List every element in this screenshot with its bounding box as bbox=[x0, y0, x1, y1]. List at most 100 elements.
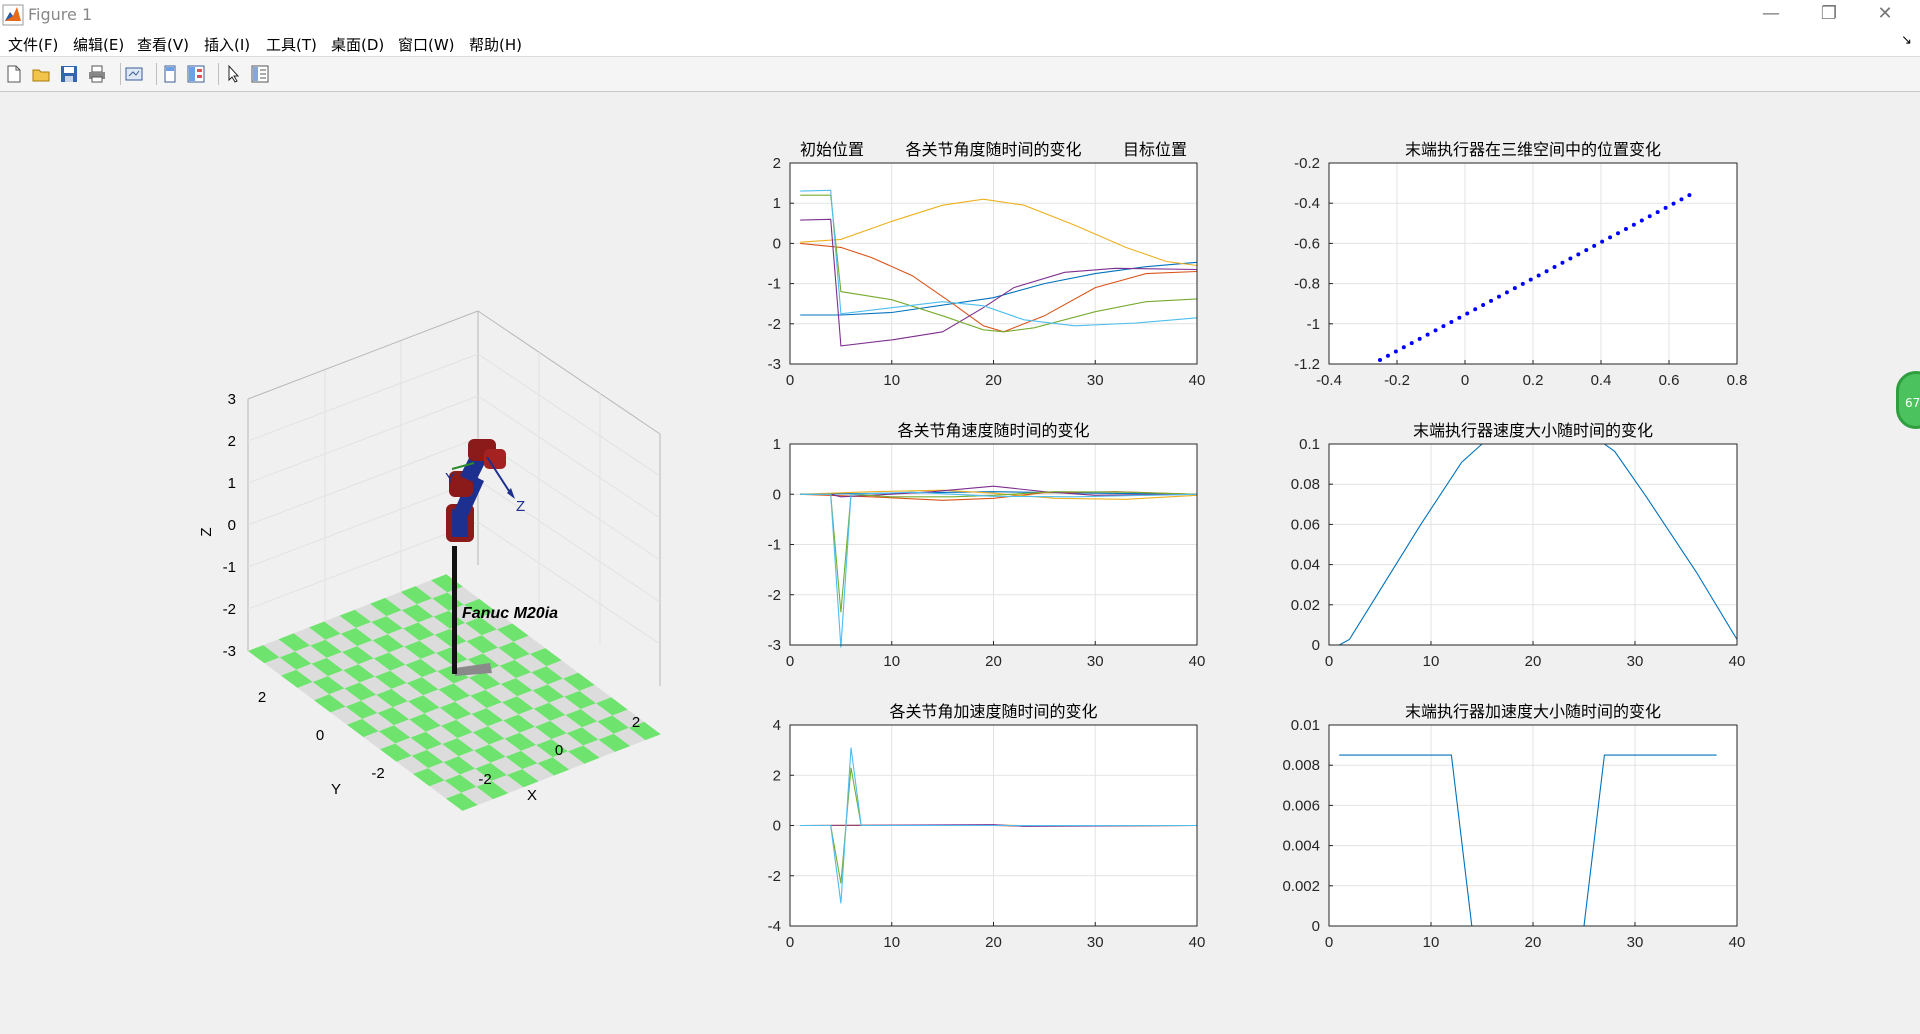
joint-velocity-chart[interactable]: 0 10 20 30 4010-1-2-3各关节角速度随时间的变化 bbox=[768, 421, 1206, 670]
x-tick-label: 40 bbox=[1189, 372, 1206, 389]
x-tick-label: 40 bbox=[1729, 934, 1746, 951]
matlab-logo-icon bbox=[2, 4, 24, 26]
restore-button[interactable]: ❐ bbox=[1806, 0, 1852, 30]
scatter-point bbox=[1623, 226, 1628, 231]
link-plot-icon[interactable] bbox=[124, 64, 144, 84]
floating-status-widget[interactable]: 67 bbox=[1896, 371, 1920, 429]
dock-arrow-icon[interactable]: ↘ bbox=[1901, 33, 1912, 48]
frame-y-label: Y bbox=[445, 470, 455, 487]
x-tick-label: 20 bbox=[1525, 653, 1542, 670]
y-tick-label: 0.006 bbox=[1282, 797, 1320, 814]
y-tick-label: -1 bbox=[1307, 316, 1320, 333]
hide-plot-tools-icon[interactable] bbox=[160, 64, 180, 84]
scatter-point bbox=[1663, 205, 1668, 210]
chart-title: 末端执行器在三维空间中的位置变化 bbox=[1405, 140, 1661, 159]
initial-position-label: 初始位置 bbox=[800, 140, 864, 159]
new-figure-icon[interactable] bbox=[4, 64, 24, 84]
scatter-point bbox=[1497, 294, 1501, 299]
scatter-point bbox=[1679, 197, 1684, 202]
robot-3d-axes[interactable]: 3 2 1 0 -1 -2 -3 Z 2 0 -2 Y -2 0 2 X Y Z… bbox=[198, 310, 661, 811]
x-tick-label: 40 bbox=[1729, 653, 1746, 670]
scatter-point bbox=[1441, 324, 1446, 329]
x-tick-label: 10 bbox=[883, 372, 900, 389]
x-tick-label: -2 bbox=[478, 771, 491, 788]
menu-file[interactable]: 文件(F) bbox=[8, 34, 58, 55]
target-position-label: 目标位置 bbox=[1123, 140, 1187, 159]
menu-help[interactable]: 帮助(H) bbox=[469, 34, 522, 55]
x-tick-label: 0 bbox=[786, 934, 794, 951]
toolbar-separator bbox=[218, 63, 219, 85]
y-tick-label: -0.4 bbox=[1294, 195, 1320, 212]
y-tick-label: -2 bbox=[768, 316, 781, 333]
chart-title: 各关节角度随时间的变化 bbox=[905, 140, 1081, 159]
scatter-point bbox=[1433, 328, 1438, 333]
z-tick-label: 3 bbox=[228, 391, 236, 408]
x-tick-label: 30 bbox=[1087, 372, 1104, 389]
scatter-point bbox=[1449, 319, 1454, 324]
z-tick-label: -1 bbox=[223, 559, 236, 576]
scatter-point bbox=[1385, 353, 1390, 358]
x-tick-label: 10 bbox=[883, 934, 900, 951]
end-effector-acceleration-chart[interactable]: 0 10 20 30 40 0.01 0.008 0.006 0.004 0.002 0 末端执行器加… bbox=[1282, 702, 1745, 951]
x-tick-label: 10 bbox=[883, 653, 900, 670]
x-tick-label: 0 bbox=[1325, 653, 1333, 670]
toolbar-separator bbox=[156, 63, 157, 85]
scatter-point bbox=[1536, 273, 1541, 278]
scatter-point bbox=[1457, 315, 1462, 320]
y-tick-label: 0.02 bbox=[1291, 597, 1320, 614]
scatter-point bbox=[1425, 332, 1430, 337]
scatter-point bbox=[1600, 239, 1605, 244]
x-tick-label: 0 bbox=[786, 372, 794, 389]
x-tick-label: 0 bbox=[1461, 372, 1469, 389]
y-tick-label: 0.008 bbox=[1282, 757, 1320, 774]
chart-title: 末端执行器速度大小随时间的变化 bbox=[1413, 421, 1653, 440]
close-button[interactable]: ✕ bbox=[1862, 0, 1908, 30]
x-tick-label: 0 bbox=[1325, 934, 1333, 951]
property-inspector-icon[interactable] bbox=[250, 64, 270, 84]
menu-tools[interactable]: 工具(T) bbox=[266, 34, 317, 55]
y-tick-label: 1 bbox=[773, 436, 781, 453]
minimize-button[interactable]: — bbox=[1748, 0, 1794, 30]
y-tick-label: -1 bbox=[768, 276, 781, 293]
x-tick-label: 0.4 bbox=[1591, 372, 1612, 389]
chart-title: 各关节角速度随时间的变化 bbox=[897, 421, 1089, 440]
open-icon[interactable] bbox=[31, 64, 51, 84]
y-tick-label: 2 bbox=[773, 767, 781, 784]
menu-window[interactable]: 窗口(W) bbox=[398, 34, 455, 55]
scatter-point bbox=[1639, 218, 1644, 223]
menu-insert[interactable]: 插入(I) bbox=[204, 34, 250, 55]
y-tick-label: 0 bbox=[1312, 918, 1320, 935]
scatter-point bbox=[1592, 243, 1597, 248]
z-axis-label: Z bbox=[198, 527, 215, 536]
z-tick-label: 2 bbox=[228, 433, 236, 450]
x-tick-label: 20 bbox=[985, 934, 1002, 951]
show-plot-tools-icon[interactable] bbox=[186, 64, 206, 84]
scatter-point bbox=[1568, 256, 1573, 261]
x-tick-label: 0.2 bbox=[1523, 372, 1544, 389]
end-effector-position-chart[interactable]: -0.4 -0.2 0 0.2 0.4 0.6 0.8 -0.2 -0.4 -0.6 -0.8 -1 -… bbox=[1294, 140, 1747, 389]
figure-canvas[interactable]: 3 2 1 0 -1 -2 -3 Z 2 0 -2 Y -2 0 2 X Y Z… bbox=[0, 91, 1920, 1030]
joint-angle-chart[interactable]: 0 10 20 30 40210-1-2-3各关节角度随时间的变化初始位置 目标位置 bbox=[768, 140, 1206, 389]
y-tick-label: -0.8 bbox=[1294, 276, 1320, 293]
chart-title: 各关节角加速度随时间的变化 bbox=[889, 702, 1097, 721]
z-tick-label: 1 bbox=[228, 475, 236, 492]
scatter-point bbox=[1489, 298, 1494, 303]
frame-z-label: Z bbox=[516, 498, 525, 515]
chart-title: 末端执行器加速度大小随时间的变化 bbox=[1405, 702, 1661, 721]
end-effector-speed-chart[interactable]: 0 10 20 30 40 0.1 0.08 0.06 0.04 0.02 0 末端执行器速度大小随时… bbox=[1291, 421, 1746, 670]
menu-view[interactable]: 查看(V) bbox=[137, 34, 189, 55]
x-tick-label: 30 bbox=[1087, 934, 1104, 951]
save-icon[interactable] bbox=[59, 64, 79, 84]
edit-plot-icon[interactable] bbox=[224, 64, 244, 84]
scatter-point bbox=[1409, 341, 1414, 346]
menu-edit[interactable]: 编辑(E) bbox=[73, 34, 124, 55]
scatter-point bbox=[1544, 269, 1549, 274]
menu-desktop[interactable]: 桌面(D) bbox=[331, 34, 384, 55]
x-tick-label: -0.4 bbox=[1316, 372, 1342, 389]
scatter-point bbox=[1671, 201, 1676, 206]
x-tick-label: 0.8 bbox=[1727, 372, 1748, 389]
y-tick-label: 2 bbox=[258, 689, 266, 706]
y-axis-label: Y bbox=[331, 781, 341, 798]
joint-acceleration-chart[interactable]: 0 10 20 30 40420-2-4各关节角加速度随时间的变化 bbox=[768, 702, 1206, 951]
print-icon[interactable] bbox=[87, 64, 107, 84]
